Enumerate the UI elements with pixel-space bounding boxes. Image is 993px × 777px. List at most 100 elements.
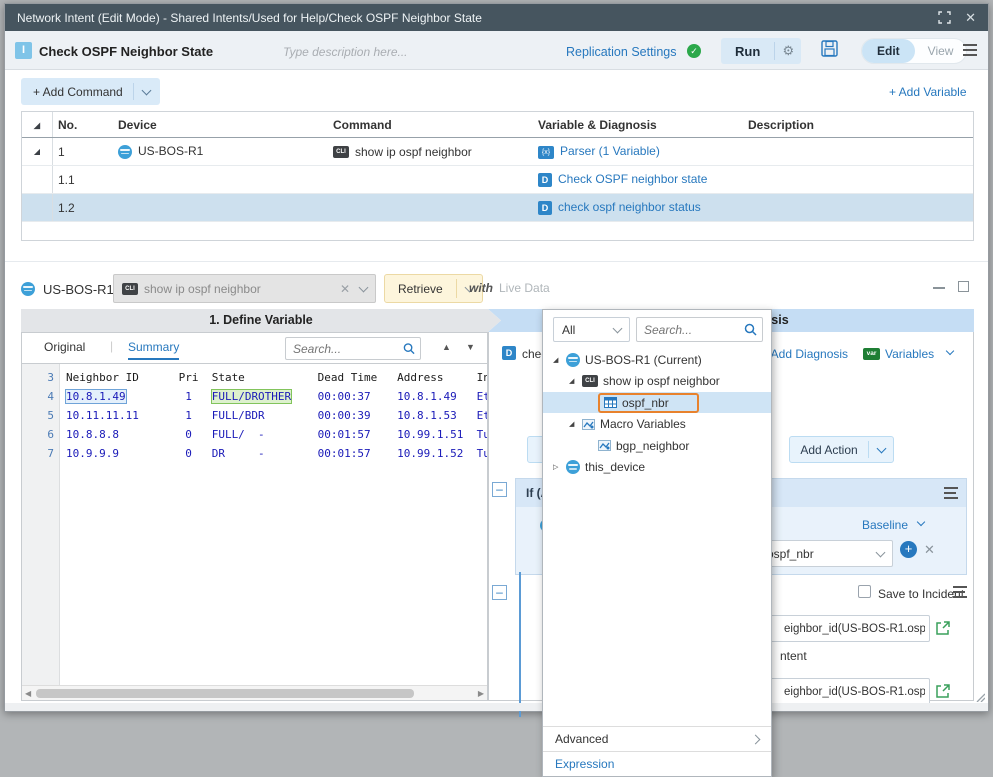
right-scope-chevron-icon[interactable] [917, 518, 925, 526]
macro-variable-icon [582, 419, 595, 430]
add-variable-link[interactable]: + Add Variable [889, 85, 967, 99]
tree-item-bgp-neighbor[interactable]: bgp_neighbor [543, 435, 771, 456]
tree-item-show-ip-ospf-neighbor[interactable]: ◢CLIshow ip ospf neighbor [543, 371, 771, 392]
edit-tab[interactable]: Edit [862, 39, 915, 63]
terminal-line: 510.11.11.11 1 FULL/BDR 00:00:39 10.8.1.… [22, 406, 487, 425]
selected-value-highlight: 10.8.1.49 [65, 389, 127, 404]
expanded-triangle-icon[interactable]: ◢ [553, 356, 563, 364]
right-scope-dropdown[interactable]: Baseline [862, 518, 908, 532]
add-command-button[interactable]: + Add Command [21, 78, 160, 105]
variable-search-input[interactable] [291, 341, 403, 357]
tree-item-this-device[interactable]: ▷this_device [543, 457, 771, 478]
variables-icon: var [863, 348, 880, 360]
collapse-then-icon[interactable]: – [492, 585, 507, 600]
right-variable-select[interactable]: ospf_nbr [758, 540, 893, 567]
device-label: US-BOS-R1 [43, 282, 114, 297]
popup-search-input[interactable] [642, 322, 744, 338]
add-condition-icon[interactable]: + [900, 541, 917, 558]
terminal-line: 710.9.9.9 0 DR - 00:01:57 10.99.1.52 Tun [22, 444, 487, 463]
row-variable-diagnosis-cell: Dcheck ospf neighbor status [538, 200, 748, 215]
if-block-menu-icon[interactable] [944, 492, 956, 494]
row-number: 1 [53, 145, 118, 159]
header-menu-icon[interactable] [963, 49, 977, 51]
variable-diagnosis-link[interactable]: Parser (1 Variable) [560, 144, 660, 158]
cli-icon: CLI [122, 283, 138, 295]
remove-condition-icon[interactable]: ✕ [924, 542, 935, 558]
router-icon [21, 282, 35, 296]
diagnosis-icon: D [538, 173, 552, 187]
save-to-incident-checkbox[interactable] [858, 585, 871, 598]
clear-command-icon[interactable]: ✕ [340, 282, 350, 296]
tree-item-ospf-nbr[interactable]: ospf_nbr [543, 392, 771, 413]
intent-icon: I [15, 42, 32, 59]
minimize-panel-icon[interactable] [933, 287, 945, 289]
add-diagnosis-link[interactable]: + Add Diagnosis [761, 347, 848, 361]
run-settings-gear-icon[interactable]: ⚙ [775, 43, 801, 59]
retrieve-button[interactable]: Retrieve [384, 274, 483, 303]
command-select[interactable]: CLI show ip ospf neighbor ✕ [113, 274, 376, 303]
command-table: ◢ No. Device Command Variable & Diagnosi… [21, 111, 974, 241]
scroll-left-icon[interactable]: ◀ [25, 689, 31, 698]
tab-original[interactable]: Original [44, 340, 85, 354]
window-footer [5, 703, 988, 711]
collapsed-triangle-icon[interactable]: ▷ [553, 463, 563, 471]
variable-diagnosis-link[interactable]: Check OSPF neighbor state [558, 172, 707, 186]
collapse-all-icon[interactable]: ◢ [22, 112, 53, 137]
window-title: Network Intent (Edit Mode) - Shared Inte… [17, 11, 482, 25]
search-icon[interactable] [744, 323, 757, 336]
search-icon[interactable] [403, 342, 415, 355]
scrollbar-thumb[interactable] [36, 689, 414, 698]
open-external-icon[interactable] [935, 620, 951, 636]
block-connector-line [519, 572, 521, 717]
variable-diagnosis-link[interactable]: check ospf neighbor status [558, 200, 701, 214]
tree-item-macro-variables[interactable]: ◢ Macro Variables [543, 414, 771, 435]
run-button-group: Run ⚙ [721, 38, 801, 64]
row-expander-slot [22, 194, 53, 221]
add-action-chevron-icon[interactable] [869, 448, 893, 452]
define-variable-panel: Original | Summary ▲ ▼ 3Neighbor ID Pri … [21, 332, 488, 701]
variables-dropdown[interactable]: Variables [885, 347, 934, 361]
advanced-menu-item[interactable]: Advanced [543, 726, 771, 751]
resize-handle[interactable] [975, 692, 985, 702]
scroll-right-icon[interactable]: ▶ [478, 689, 484, 698]
tab-summary[interactable]: Summary [128, 340, 179, 360]
line-number: 3 [22, 368, 54, 387]
add-action-button[interactable]: Add Action [789, 436, 894, 463]
tree-item-label: Macro Variables [600, 417, 686, 431]
description-input[interactable]: Type description here... [283, 45, 503, 59]
diagnosis-icon: D [502, 346, 516, 360]
horizontal-scrollbar[interactable]: ◀ ▶ [22, 685, 487, 700]
next-match-icon[interactable]: ▼ [466, 342, 475, 352]
table-row[interactable]: ◢1US-BOS-R1CLIshow ip ospf neighbor{x}Pa… [22, 138, 973, 166]
table-row[interactable]: 1.1DCheck OSPF neighbor state [22, 166, 973, 194]
save-icon[interactable] [821, 40, 838, 57]
router-icon [566, 460, 580, 474]
expanded-triangle-icon[interactable]: ◢ [569, 420, 579, 428]
table-row[interactable]: 1.2Dcheck ospf neighbor status [22, 194, 973, 222]
open-external-icon[interactable] [935, 683, 951, 699]
replication-settings-link[interactable]: Replication Settings [566, 45, 676, 59]
macro-variable-icon [582, 419, 595, 430]
collapse-if-icon[interactable]: – [492, 482, 507, 497]
tree-item-label: ospf_nbr [622, 396, 669, 410]
detail-menu-icon[interactable] [953, 591, 965, 593]
line-number: 4 [22, 387, 54, 406]
text-segment: 00:00:37 10.8.1.49 Eth [291, 390, 487, 403]
popup-filter-select[interactable]: All [553, 317, 630, 342]
run-button[interactable]: Run [721, 44, 774, 59]
close-icon[interactable]: ✕ [965, 10, 976, 26]
expanded-triangle-icon[interactable]: ◢ [569, 377, 579, 385]
intent-title: Check OSPF Neighbor State [39, 44, 213, 59]
expression-menu-item[interactable]: Expression [543, 751, 771, 776]
terminal-line: 610.8.8.8 0 FULL/ - 00:01:57 10.99.1.51 … [22, 425, 487, 444]
fullscreen-icon[interactable] [938, 11, 951, 24]
variables-chevron-down-icon[interactable] [946, 347, 954, 355]
maximize-panel-icon[interactable] [958, 281, 969, 292]
view-tab[interactable]: View [915, 44, 967, 58]
prev-match-icon[interactable]: ▲ [442, 342, 451, 352]
tree-item-us-bos-r1-current-[interactable]: ◢US-BOS-R1 (Current) [543, 349, 771, 370]
command-chevron-down-icon[interactable] [359, 282, 369, 292]
terminal-line: 3Neighbor ID Pri State Dead Time Address… [22, 368, 487, 387]
row-expander-icon[interactable]: ◢ [22, 138, 53, 165]
parser-icon: {x} [538, 146, 554, 159]
